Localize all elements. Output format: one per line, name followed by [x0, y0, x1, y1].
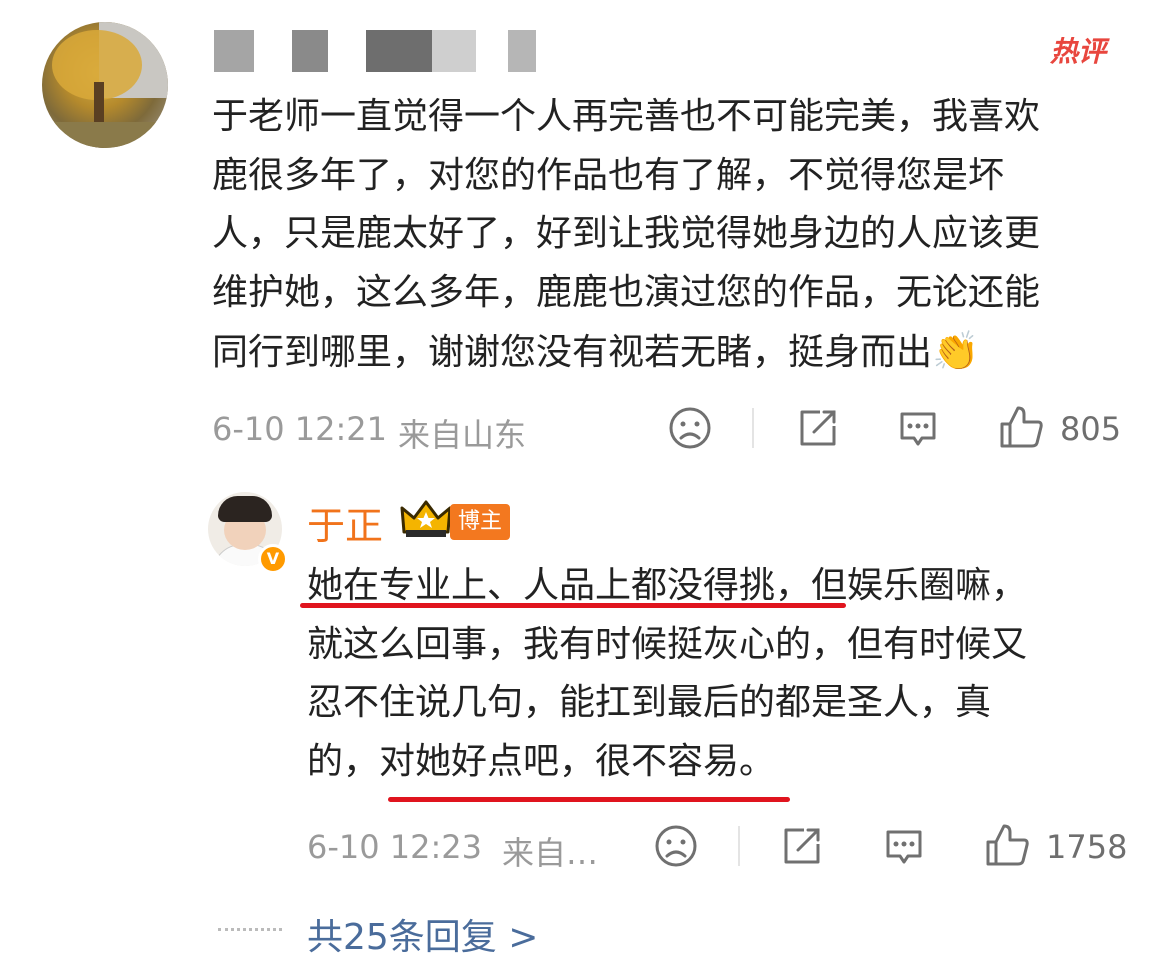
reply-location: 来自…	[502, 834, 599, 872]
comment-location: 来自山东	[398, 416, 527, 454]
share-icon[interactable]	[780, 824, 824, 868]
reply-line: 忍不住说几句，能扛到最后的都是圣人，真	[307, 682, 992, 723]
divider	[738, 826, 740, 866]
clapping-emoji: 👏	[932, 329, 980, 373]
blur-block	[214, 30, 254, 72]
like-count: 1758	[1046, 828, 1128, 866]
comment-line: 同行到哪里，谢谢您没有视若无睹，挺身而出	[212, 332, 933, 373]
avatar-ground	[42, 122, 168, 148]
blogger-badge: 博主	[450, 504, 511, 540]
comment-text: 于老师一直觉得一个人再完善也不可能完美，我喜欢 鹿很多年了，对您的作品也有了解，…	[212, 88, 1040, 383]
avatar-hair	[218, 496, 272, 522]
blur-block	[292, 30, 328, 72]
crown-icon	[400, 500, 452, 537]
reply-line: 就这么回事，我有时候挺灰心的，但有时候又	[307, 623, 1028, 665]
verified-badge: V	[258, 544, 288, 574]
blur-block	[508, 30, 536, 72]
reply-author-name[interactable]: 于正	[307, 495, 383, 550]
hot-comment-label: 热评	[1050, 35, 1107, 68]
comment-time: 6-10 12:21	[212, 410, 388, 448]
divider	[752, 408, 754, 448]
reply-line: 的，对她好点吧，很不容易。	[307, 740, 776, 782]
hot-comment-badge: 热评	[1050, 30, 1106, 70]
like-count: 805	[1060, 410, 1122, 448]
comment-line: 维护她，这么多年，鹿鹿也演过您的作品，无论还能	[212, 271, 1041, 313]
comment-icon[interactable]	[882, 824, 926, 868]
comment-line: 鹿很多年了，对您的作品也有了解，不觉得您是坏	[212, 154, 1005, 196]
dotted-divider	[218, 928, 282, 931]
more-replies-link[interactable]: 共25条回复 >	[307, 908, 538, 960]
blur-block	[432, 30, 476, 72]
like-icon[interactable]	[984, 822, 1030, 868]
comment-line: 人，只是鹿太好了，好到让我觉得她身边的人应该更	[212, 213, 1041, 254]
comment-line: 于老师一直觉得一个人再完善也不可能完美，我喜欢	[212, 96, 1041, 137]
commenter-avatar[interactable]	[42, 22, 168, 148]
blur-block	[366, 30, 432, 72]
red-underline	[388, 797, 790, 802]
dislike-icon[interactable]	[668, 406, 712, 450]
comment-icon[interactable]	[896, 406, 940, 450]
reply-text: 她在专业上、人品上都没得挑，但娱乐圈嘛， 就这么回事，我有时候挺灰心的，但有时候…	[307, 557, 1027, 791]
like-icon[interactable]	[998, 404, 1044, 450]
red-underline	[300, 603, 846, 608]
reply-line: 她在专业上、人品上都没得挑，但娱乐圈嘛，	[307, 565, 1028, 606]
dislike-icon[interactable]	[654, 824, 698, 868]
reply-time: 6-10 12:23	[307, 828, 483, 866]
share-icon[interactable]	[796, 406, 840, 450]
